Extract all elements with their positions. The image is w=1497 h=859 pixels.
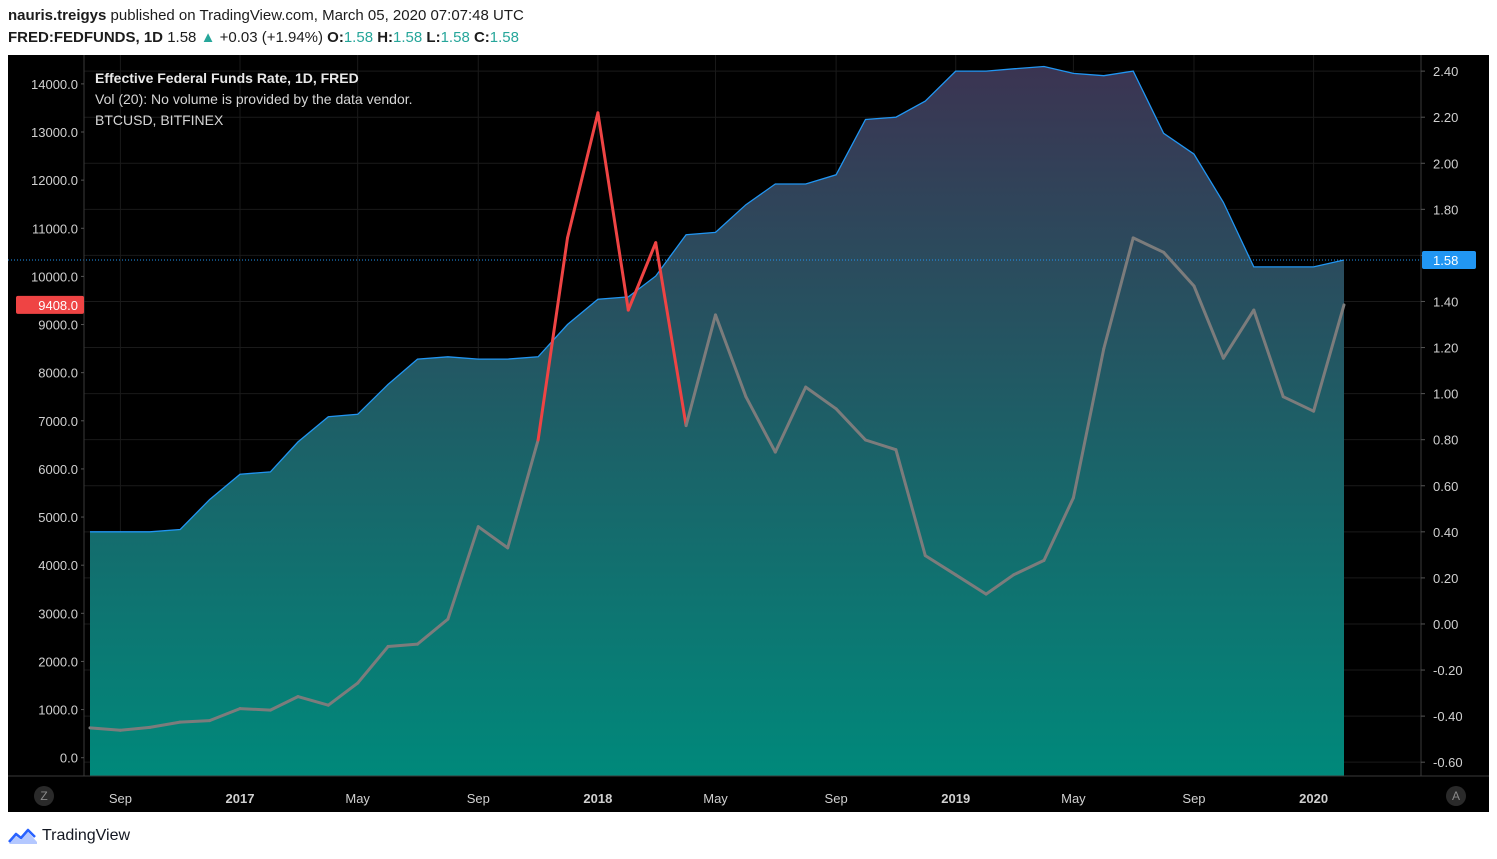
open-label: O: [327, 29, 344, 46]
left-axis-tick: 5000.0 [38, 510, 78, 525]
left-axis-tick: 6000.0 [38, 462, 78, 477]
time-axis-tick: 2017 [226, 791, 255, 806]
time-axis-tick: Sep [467, 791, 490, 806]
time-axis-tick: May [703, 791, 728, 806]
legend-btcusd[interactable]: BTCUSD, BITFINEX [95, 110, 413, 131]
right-axis-tick: 2.00 [1433, 156, 1458, 171]
left-axis-tick: 0.0 [60, 751, 78, 766]
tradingview-logo-icon [8, 828, 37, 844]
low-label: L: [426, 29, 441, 46]
btc-segment [238, 707, 272, 712]
right-axis-tick: 2.20 [1433, 110, 1458, 125]
legend-fed-funds[interactable]: Effective Federal Funds Rate, 1D, FRED [95, 68, 413, 89]
legend-volume[interactable]: Vol (20): No volume is provided by the d… [95, 89, 413, 110]
publish-text: published on TradingView.com, March 05, … [110, 7, 524, 24]
left-axis-tick: 11000.0 [32, 221, 78, 236]
low-value: 1.58 [440, 29, 470, 46]
left-axis-tick: 8000.0 [38, 366, 78, 381]
right-axis-tick: 1.00 [1433, 387, 1458, 402]
author-name[interactable]: nauris.treigys [8, 7, 106, 24]
price-chart[interactable]: 0.0 1000.0 2000.0 3000.0 4000.0 5000.0 6000.0 7… [8, 55, 1489, 812]
chart-legend: Effective Federal Funds Rate, 1D, FRED V… [95, 68, 413, 131]
right-axis-tick: 0.20 [1433, 571, 1458, 586]
time-axis-tick: 2019 [941, 791, 970, 806]
time-axis-tick: Sep [1182, 791, 1205, 806]
left-axis-tick: 12000.0 [31, 173, 78, 188]
left-price-axis[interactable]: 0.0 1000.0 2000.0 3000.0 4000.0 5000.0 6000.0 7… [31, 77, 84, 766]
left-axis-tick: 10000.0 [31, 269, 78, 284]
right-axis-tick: 0.40 [1433, 525, 1458, 540]
footer-brand-name: TradingView [42, 827, 131, 844]
time-axis-tick: 2020 [1299, 791, 1328, 806]
left-axis-tick: 7000.0 [38, 414, 78, 429]
btc-segment [178, 719, 212, 724]
symbol-label: FRED:FEDFUNDS, 1D [8, 29, 164, 46]
last-price: 1.58 [167, 29, 197, 46]
high-label: H: [377, 29, 394, 46]
right-axis-tick: 0.00 [1433, 617, 1458, 632]
z-scale-button[interactable]: Z [34, 786, 54, 806]
symbol-ohlc-bar: FRED:FEDFUNDS, 1D 1.58 ▲ +0.03 (+1.94%) … [8, 29, 519, 46]
fed-last-value-text: 1.58 [1433, 253, 1458, 268]
time-axis-tick: Sep [109, 791, 132, 806]
left-axis-tick: 3000.0 [38, 606, 78, 621]
close-value: 1.58 [489, 29, 519, 46]
right-axis-tick: -0.20 [1433, 663, 1463, 678]
time-axis-tick: May [1061, 791, 1086, 806]
open-value: 1.58 [343, 29, 374, 46]
right-axis-tick: 1.20 [1433, 341, 1458, 356]
close-label: C: [473, 29, 490, 46]
high-value: 1.58 [393, 29, 423, 46]
right-axis-tick: 0.80 [1433, 433, 1458, 448]
left-axis-tick: 4000.0 [38, 558, 78, 573]
time-axis-tick: 2018 [583, 791, 612, 806]
left-axis-tick: 13000.0 [31, 125, 78, 140]
price-change: +0.03 (+1.94%) [219, 29, 323, 46]
auto-scale-button[interactable]: A [1446, 786, 1466, 806]
btc-last-value-text: 9408.0 [38, 298, 78, 313]
time-axis-tick: Sep [825, 791, 848, 806]
right-axis-tick: 1.80 [1433, 202, 1458, 217]
right-axis-tick: -0.40 [1433, 709, 1463, 724]
up-arrow-icon: ▲ [200, 29, 216, 46]
left-axis-tick: 1000.0 [38, 703, 78, 718]
time-axis-tick: May [345, 791, 370, 806]
left-axis-tick: 14000.0 [31, 77, 78, 92]
footer-brand[interactable]: TradingView [8, 824, 130, 848]
right-axis-tick: 0.60 [1433, 479, 1458, 494]
left-axis-tick: 2000.0 [38, 654, 78, 669]
right-axis-tick: 1.40 [1433, 294, 1458, 309]
right-axis-tick: 2.40 [1433, 64, 1458, 79]
left-axis-tick: 9000.0 [38, 318, 78, 333]
publish-info: nauris.treigys published on TradingView.… [8, 7, 524, 24]
right-axis-tick: -0.60 [1433, 755, 1463, 770]
